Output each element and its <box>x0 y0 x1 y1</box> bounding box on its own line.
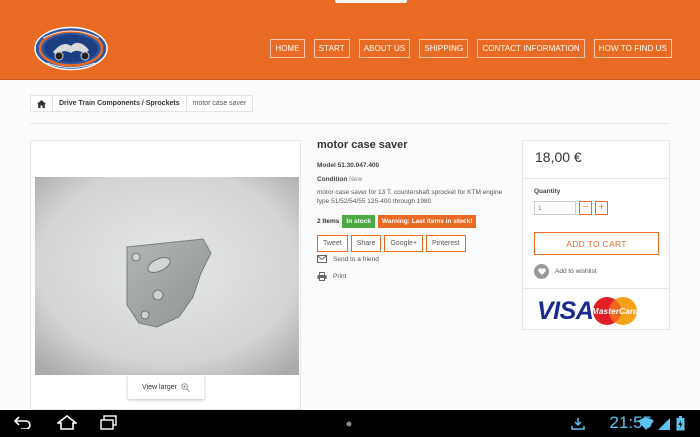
facebook-share-button[interactable]: Share <box>350 235 382 252</box>
nav-home[interactable]: HOME <box>270 39 305 58</box>
divider <box>30 123 670 124</box>
nav-contact-information[interactable]: CONTACT INFORMATION <box>477 39 585 58</box>
add-to-wishlist-link[interactable]: Add to wishlist <box>534 264 597 279</box>
nav-shipping[interactable]: SHIPPING <box>419 39 469 58</box>
visa-logo: VISA <box>537 296 594 325</box>
breadcrumb-category[interactable]: Drive Train Components / Sprockets <box>53 96 187 111</box>
quantity-decrease-button[interactable]: − <box>579 201 592 215</box>
site-logo[interactable] <box>33 26 109 71</box>
add-to-cart-button[interactable]: ADD TO CART <box>534 232 659 255</box>
recent-apps-icon[interactable] <box>100 415 118 430</box>
home-button-icon[interactable] <box>57 415 77 430</box>
heart-icon <box>534 264 549 279</box>
download-notification-icon[interactable] <box>571 417 585 430</box>
breadcrumb-home[interactable] <box>31 96 53 111</box>
condition-value: New <box>349 176 363 183</box>
payment-logos: VISA MasterCard <box>537 296 639 326</box>
print-link[interactable]: Print <box>317 272 346 281</box>
menu-dot-icon[interactable] <box>346 421 352 427</box>
divider <box>523 288 669 289</box>
nav-start[interactable]: START <box>313 39 350 58</box>
site-header: HOME START ABOUT US SHIPPING CONTACT INF… <box>0 0 700 80</box>
product-image-box: View larger <box>30 140 301 410</box>
quantity-label: Quantity <box>534 188 561 195</box>
tweet-button[interactable]: Tweet <box>317 235 348 252</box>
zoom-icon <box>181 382 190 392</box>
battery-icon <box>676 416 685 431</box>
view-larger-button[interactable]: View larger <box>128 375 204 399</box>
quantity-available: 2 Items <box>317 218 340 225</box>
divider <box>523 178 669 179</box>
system-navigation-bar: 21:55 <box>0 410 700 437</box>
nav-how-to-find-us[interactable]: HOW TO FIND US <box>593 39 672 58</box>
mastercard-text: MasterCard <box>592 306 639 316</box>
back-icon[interactable] <box>14 415 32 429</box>
product-title: motor case saver <box>317 139 408 151</box>
print-label: Print <box>333 273 347 280</box>
send-to-friend-link[interactable]: Send to a friend <box>317 255 379 263</box>
product-price: 18,00 € <box>535 149 582 165</box>
stock-status: 2 Items In stock Warning: Last items in … <box>317 215 477 228</box>
home-icon <box>37 99 46 108</box>
google-plus-button[interactable]: Google+ <box>384 235 424 252</box>
pinterest-button[interactable]: Pinterest <box>426 235 466 252</box>
top-search-field[interactable] <box>335 0 407 3</box>
mastercard-logo: MasterCard <box>592 297 639 325</box>
quantity-increase-button[interactable]: + <box>595 201 608 215</box>
social-share: Tweet Share Google+ Pinterest <box>317 235 466 252</box>
product-photo[interactable] <box>35 177 299 375</box>
wifi-icon <box>638 418 654 430</box>
print-icon <box>317 272 327 281</box>
quantity-input[interactable] <box>534 201 576 215</box>
model-value: 51.30.047.400 <box>337 162 380 169</box>
last-items-warning: Warning: Last items in stock! <box>377 215 477 228</box>
breadcrumb-current: motor case saver <box>192 100 247 107</box>
breadcrumb: Drive Train Components / Sprockets motor… <box>30 95 254 112</box>
main-nav: HOME START ABOUT US SHIPPING CONTACT INF… <box>270 39 672 58</box>
model-label: Model <box>317 162 336 169</box>
signal-icon <box>658 418 670 430</box>
envelope-icon <box>317 255 327 263</box>
buy-box: 18,00 € Quantity − + ADD TO CART Add to … <box>522 140 670 330</box>
nav-about-us[interactable]: ABOUT US <box>358 39 411 58</box>
send-to-friend-label: Send to a friend <box>333 255 379 263</box>
in-stock-badge: In stock <box>342 215 375 228</box>
product-description: motor case saver for 13 T. countershaft … <box>317 189 503 205</box>
product-model: Model 51.30.047.400 <box>317 162 379 169</box>
product-condition: Condition New <box>317 176 362 183</box>
view-larger-label: View larger <box>142 383 177 391</box>
add-to-wishlist-label: Add to wishlist <box>555 268 597 275</box>
condition-label: Condition <box>317 176 348 183</box>
